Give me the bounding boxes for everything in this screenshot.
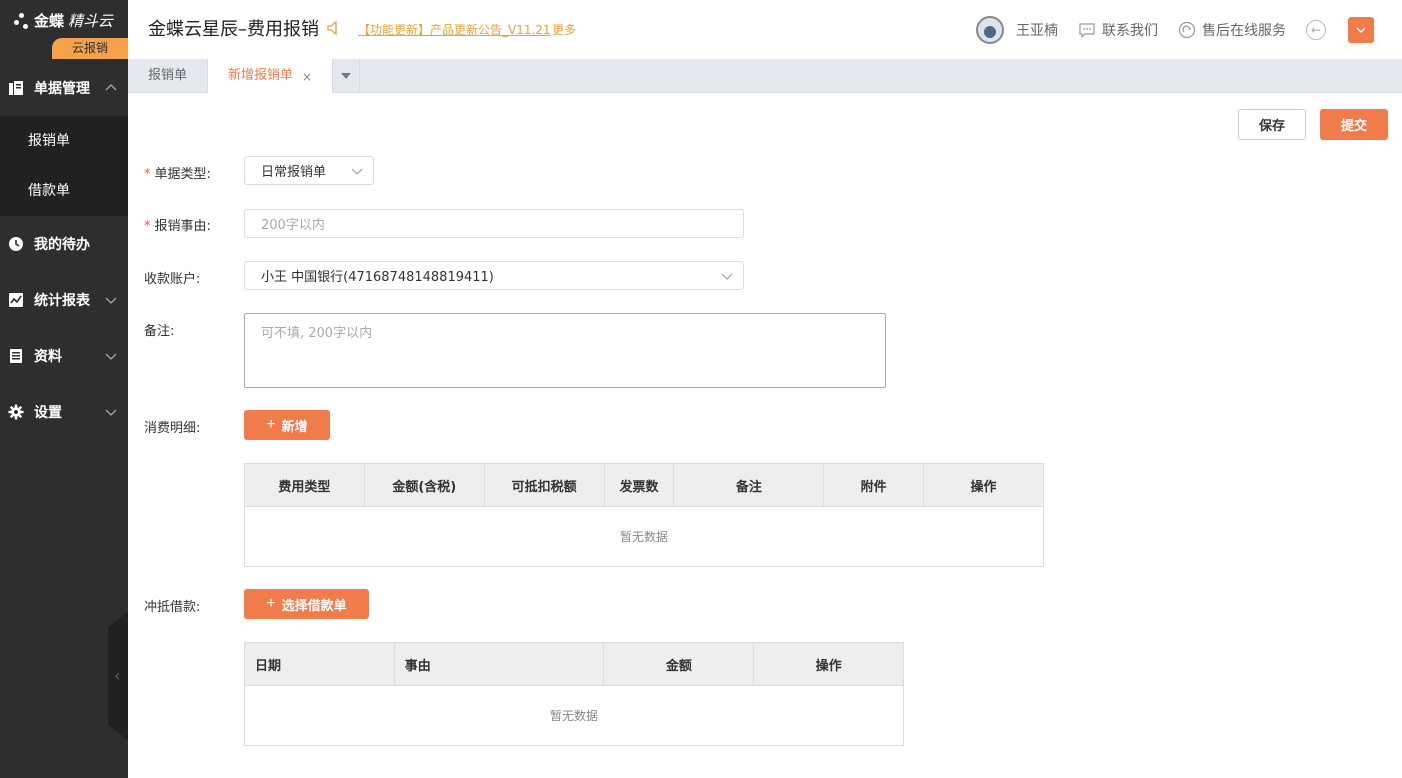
table-header: 发票数 (603, 463, 675, 507)
table-header: 备注 (673, 463, 825, 507)
chevron-down-icon (1356, 27, 1366, 33)
speaker-icon (327, 20, 337, 36)
nav-group-label: 我的待办 (34, 237, 90, 253)
sidebar-collapse-handle[interactable]: ‹ (108, 612, 128, 740)
nav-group-label: 统计报表 (34, 293, 90, 309)
nav-group-label: 资料 (34, 349, 62, 365)
form-area: 保存 提交 * 单据类型: 日常报销单 * 报销事由: 200字以内 收款账户: 小… (128, 93, 1402, 778)
remark-placeholder: 可不填, 200字以内 (261, 326, 373, 341)
page-title: 金蝶云星辰–费用报销 (148, 19, 319, 40)
menu-dropdown-button[interactable] (1348, 16, 1374, 43)
loan-table: 日期 事由 金额 操作 暂无数据 (244, 642, 904, 746)
nav-group-reports[interactable]: 统计报表 (0, 272, 128, 328)
table-header: 事由 (393, 642, 605, 686)
support-icon (1178, 21, 1196, 39)
nav-group-todo[interactable]: 我的待办 (0, 216, 128, 272)
doc-type-value: 日常报销单 (261, 165, 327, 180)
detail-label: 消费明细: (144, 421, 201, 436)
chevron-down-icon (351, 168, 363, 175)
logo-dots-icon (14, 12, 30, 29)
table-header: 日期 (244, 642, 395, 686)
clock-icon (8, 236, 24, 252)
support-label: 售后在线服务 (1202, 22, 1286, 39)
offset-label: 冲抵借款: (144, 600, 201, 615)
choose-loan-label: 选择借款单 (281, 597, 347, 613)
table-header: 可抵扣税额 (483, 463, 605, 507)
reason-input[interactable]: 200字以内 (244, 209, 744, 238)
nav-group-documents[interactable]: 单据管理 (0, 60, 128, 116)
doc-type-label-text: 单据类型: (154, 167, 211, 182)
expense-detail-table: 费用类型 金额(含税) 可抵扣税额 发票数 备注 附件 操作 暂无数据 (244, 463, 1044, 567)
chat-icon (1078, 21, 1096, 39)
reason-label-text: 报销事由: (154, 219, 211, 234)
table-header: 费用类型 (244, 463, 365, 507)
sidebar-item-expense[interactable]: 报销单 (0, 116, 128, 166)
brand-bold: 金蝶 (34, 12, 65, 30)
chevron-up-icon (105, 84, 117, 91)
account-select[interactable]: 小王 中国银行(47168748148819411) (244, 261, 744, 290)
chevron-down-icon (721, 273, 733, 280)
sidebar: 金蝶 精斗云 云报销 单据管理 报销单 借款单 我的待办 统计报表 资料 设置 … (0, 0, 128, 778)
account-label: 收款账户: (144, 272, 201, 287)
document-icon (8, 80, 24, 96)
table-header: 附件 (823, 463, 925, 507)
sidebar-item-loan[interactable]: 借款单 (0, 166, 128, 216)
product-tag: 云报销 (52, 38, 128, 59)
plus-icon: + (266, 416, 276, 433)
more-link[interactable]: 更多 (552, 21, 576, 38)
brand-name: 金蝶 精斗云 (14, 10, 113, 31)
doc-type-label: * 单据类型: (144, 167, 211, 182)
table-header: 操作 (753, 642, 904, 686)
nav-group-settings[interactable]: 设置 (0, 384, 128, 440)
save-button[interactable]: 保存 (1238, 109, 1306, 140)
table-header: 金额 (603, 642, 755, 686)
add-detail-button[interactable]: + 新增 (244, 410, 330, 440)
after-sales-service[interactable]: 售后在线服务 (1178, 20, 1286, 40)
table-header: 操作 (923, 463, 1044, 507)
tab-label: 新增报销单 (228, 68, 294, 83)
chevron-left-icon: ‹ (114, 666, 121, 685)
remark-label: 备注: (144, 324, 175, 339)
subnav: 报销单 借款单 (0, 116, 128, 216)
choose-loan-button[interactable]: + 选择借款单 (244, 589, 369, 619)
reason-label: * 报销事由: (144, 219, 211, 234)
remark-textarea[interactable]: 可不填, 200字以内 (244, 313, 886, 388)
tab-expense-list[interactable]: 报销单 (128, 59, 208, 93)
announcement-link[interactable]: 【功能更新】产品更新公告_V11.21 (358, 21, 551, 38)
table-header: 金额(含税) (363, 463, 485, 507)
chart-icon (8, 292, 24, 308)
tab-dropdown[interactable] (333, 59, 360, 93)
logo: 金蝶 精斗云 云报销 (0, 0, 128, 60)
contact-us[interactable]: 联系我们 (1078, 20, 1158, 40)
close-icon[interactable]: × (302, 60, 312, 94)
submit-button[interactable]: 提交 (1320, 109, 1388, 140)
contact-label: 联系我们 (1102, 22, 1158, 39)
tab-bar: 报销单 新增报销单 × (128, 59, 1402, 94)
account-value: 小王 中国银行(47168748148819411) (261, 270, 494, 285)
doc-type-select[interactable]: 日常报销单 (244, 156, 374, 185)
avatar[interactable] (976, 15, 1004, 44)
header-actions: 王亚楠 联系我们 售后在线服务 ← (976, 0, 1402, 59)
plus-icon: + (266, 595, 276, 612)
empty-state: 暂无数据 (244, 685, 904, 746)
back-icon[interactable]: ← (1306, 19, 1326, 40)
empty-state: 暂无数据 (244, 506, 1044, 567)
brand-light: 精斗云 (68, 12, 114, 30)
tab-new-expense[interactable]: 新增报销单 × (208, 59, 333, 94)
book-icon (8, 348, 24, 364)
chevron-down-icon (105, 353, 117, 360)
user-name-label: 王亚楠 (1016, 22, 1058, 39)
chevron-down-icon (105, 297, 117, 304)
nav-group-data[interactable]: 资料 (0, 328, 128, 384)
user-name[interactable]: 王亚楠 (1016, 20, 1058, 40)
reason-placeholder: 200字以内 (261, 218, 325, 233)
add-label: 新增 (281, 418, 308, 434)
chevron-down-icon (105, 409, 117, 416)
top-header: 金蝶云星辰–费用报销 【功能更新】产品更新公告_V11.21 更多 王亚楠 联系… (128, 0, 1402, 59)
nav-group-label: 单据管理 (34, 81, 90, 97)
nav-group-label: 设置 (34, 405, 62, 421)
caret-down-icon (341, 73, 351, 79)
gear-icon (8, 404, 24, 420)
